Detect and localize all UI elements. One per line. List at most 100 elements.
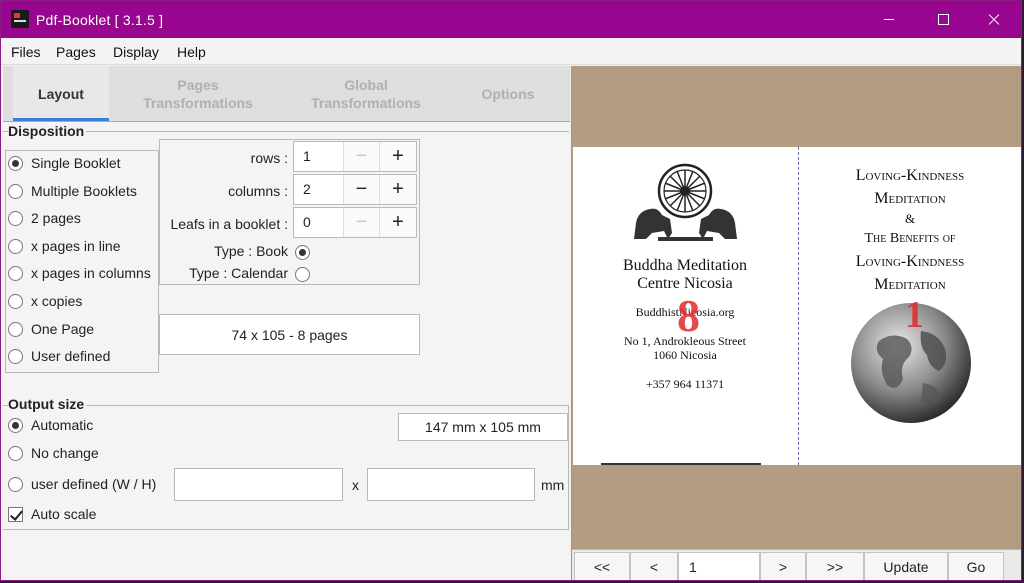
radio-indicator[interactable] xyxy=(8,183,23,199)
maximize-button[interactable] xyxy=(919,1,965,38)
rows-value[interactable]: 1 xyxy=(294,142,344,171)
right-page-title1: Loving-Kindness xyxy=(855,167,965,184)
menu-help[interactable]: Help xyxy=(177,44,206,60)
radio-no-change[interactable]: No change xyxy=(8,443,99,463)
left-page-phone: +357 964 11371 xyxy=(645,377,725,391)
right-page-title5: Loving-Kindness xyxy=(855,253,965,270)
output-size-title: Output size xyxy=(8,396,87,412)
tab-bar: Layout Pages Transformations Global Tran… xyxy=(3,66,570,121)
right-page-ampersand: & xyxy=(904,211,916,226)
window-title: Pdf-Booklet [ 3.1.5 ] xyxy=(36,12,164,28)
columns-decrement-button[interactable]: − xyxy=(344,175,380,204)
right-page-number: 1 xyxy=(905,294,924,336)
preview-panel: Buddha Meditation Centre Nicosia Buddhis… xyxy=(571,66,1021,580)
radio-label: User defined xyxy=(31,348,111,364)
radio-label: Single Booklet xyxy=(31,155,121,171)
radio-indicator[interactable] xyxy=(8,476,23,492)
right-page-title6: Meditation xyxy=(874,276,946,293)
right-page-title4: The Benefits of xyxy=(864,231,956,246)
radio-indicator[interactable] xyxy=(8,348,23,364)
radio-type-book[interactable] xyxy=(295,242,318,262)
radio-indicator[interactable] xyxy=(8,210,23,226)
tab-pages-transformations[interactable]: Pages Transformations xyxy=(131,66,265,121)
radio-indicator[interactable] xyxy=(295,244,310,260)
radio-label: 2 pages xyxy=(31,210,81,226)
update-button[interactable]: Update xyxy=(864,552,948,580)
radio-one-page[interactable]: One Page xyxy=(8,319,94,339)
tab-global-transformations[interactable]: Global Transformations xyxy=(298,66,434,121)
type-book-label: Type : Book xyxy=(214,243,288,259)
last-page-button[interactable]: >> xyxy=(806,552,864,580)
columns-increment-button[interactable]: + xyxy=(380,175,416,204)
sheet-bottom-line xyxy=(601,463,761,465)
radio-indicator[interactable] xyxy=(8,445,23,461)
rows-increment-button[interactable]: + xyxy=(380,142,416,171)
rows-stepper[interactable]: 1 − + xyxy=(293,141,417,172)
radio-2-pages[interactable]: 2 pages xyxy=(8,208,81,228)
radio-indicator[interactable] xyxy=(8,293,23,309)
rows-decrement-button[interactable]: − xyxy=(344,142,380,171)
first-page-button[interactable]: << xyxy=(574,552,630,580)
checkbox-label: Auto scale xyxy=(31,506,97,522)
radio-label: Automatic xyxy=(31,417,94,433)
dharma-wheel-lions-icon xyxy=(634,163,737,241)
unit-label: mm xyxy=(541,477,565,493)
columns-stepper[interactable]: 2 − + xyxy=(293,174,417,205)
left-page-address2: 1060 Nicosia xyxy=(653,348,717,362)
height-input[interactable] xyxy=(367,468,535,501)
checkbox-auto-scale[interactable]: Auto scale xyxy=(8,504,96,524)
leafs-decrement-button[interactable]: − xyxy=(344,208,380,237)
radio-label: Multiple Booklets xyxy=(31,183,137,199)
radio-label: One Page xyxy=(31,321,95,337)
tab-layout[interactable]: Layout xyxy=(13,66,109,121)
leafs-value[interactable]: 0 xyxy=(294,208,344,237)
radio-indicator[interactable] xyxy=(8,155,23,171)
radio-label: user defined (W / H) xyxy=(31,476,157,492)
page-navigation-bar: << < 1 > >> Update Go xyxy=(572,549,1021,580)
radio-indicator[interactable] xyxy=(8,321,23,337)
disposition-title: Disposition xyxy=(8,123,87,139)
prev-page-button[interactable]: < xyxy=(630,552,678,580)
radio-label: x pages in columns xyxy=(31,265,151,281)
columns-value[interactable]: 2 xyxy=(294,175,344,204)
radio-type-calendar[interactable] xyxy=(295,264,318,284)
radio-user-defined-size[interactable]: user defined (W / H) xyxy=(8,474,156,494)
radio-label: No change xyxy=(31,445,99,461)
type-calendar-label: Type : Calendar xyxy=(189,265,288,281)
app-window: Pdf-Booklet [ 3.1.5 ] Files Pages Displa… xyxy=(0,0,1022,581)
preview-sheet: Buddha Meditation Centre Nicosia Buddhis… xyxy=(573,147,1021,465)
radio-x-pages-in-columns[interactable]: x pages in columns xyxy=(8,263,151,283)
checkbox-indicator[interactable] xyxy=(8,506,23,522)
tab-options[interactable]: Options xyxy=(463,66,553,121)
radio-single-booklet[interactable]: Single Booklet xyxy=(8,153,121,173)
page-number-input[interactable]: 1 xyxy=(678,552,760,580)
rows-label: rows : xyxy=(250,150,288,166)
layout-summary: 74 x 105 - 8 pages xyxy=(159,314,420,355)
width-input[interactable] xyxy=(174,468,343,501)
leafs-increment-button[interactable]: + xyxy=(380,208,416,237)
radio-automatic[interactable]: Automatic xyxy=(8,415,93,435)
radio-indicator[interactable] xyxy=(8,238,23,254)
menu-bar: Files Pages Display Help xyxy=(1,38,1021,65)
next-page-button[interactable]: > xyxy=(760,552,806,580)
title-bar: Pdf-Booklet [ 3.1.5 ] xyxy=(1,1,1021,38)
radio-user-defined[interactable]: User defined xyxy=(8,346,110,366)
columns-label: columns : xyxy=(228,183,288,199)
radio-indicator[interactable] xyxy=(8,417,23,433)
size-separator: x xyxy=(352,477,359,493)
radio-label: x pages in line xyxy=(31,238,121,254)
radio-indicator[interactable] xyxy=(295,266,310,282)
menu-display[interactable]: Display xyxy=(113,44,159,60)
radio-x-copies[interactable]: x copies xyxy=(8,291,82,311)
output-size-display: 147 mm x 105 mm xyxy=(398,413,568,441)
menu-pages[interactable]: Pages xyxy=(56,44,96,60)
menu-files[interactable]: Files xyxy=(11,44,41,60)
right-page-title2: Meditation xyxy=(874,190,946,207)
radio-x-pages-in-line[interactable]: x pages in line xyxy=(8,236,121,256)
close-button[interactable] xyxy=(971,1,1017,38)
radio-multiple-booklets[interactable]: Multiple Booklets xyxy=(8,181,137,201)
go-button[interactable]: Go xyxy=(948,552,1004,580)
minimize-button[interactable] xyxy=(866,1,912,38)
radio-indicator[interactable] xyxy=(8,265,23,281)
leafs-stepper[interactable]: 0 − + xyxy=(293,207,417,238)
